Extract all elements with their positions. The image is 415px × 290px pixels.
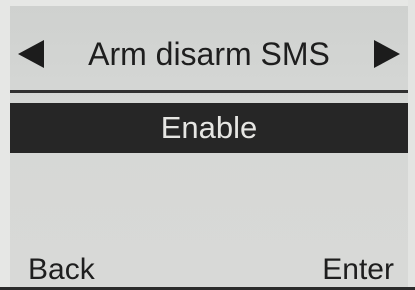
selected-option-label: Enable — [160, 110, 258, 145]
lcd-screen: Arm disarm SMS Enable Back Enter — [10, 6, 408, 287]
header-divider — [10, 90, 408, 93]
bezel-right — [408, 0, 415, 287]
device-frame: Arm disarm SMS Enable Back Enter — [0, 0, 415, 287]
back-softkey[interactable]: Back — [28, 250, 95, 290]
prev-arrow-icon[interactable] — [18, 40, 44, 68]
selected-option-row[interactable]: Enable — [10, 103, 408, 153]
menu-title: Arm disarm SMS — [88, 36, 330, 72]
next-arrow-icon[interactable] — [374, 40, 400, 68]
menu-header: Arm disarm SMS — [10, 16, 408, 88]
bezel-left — [0, 0, 10, 287]
enter-softkey[interactable]: Enter — [322, 250, 394, 290]
